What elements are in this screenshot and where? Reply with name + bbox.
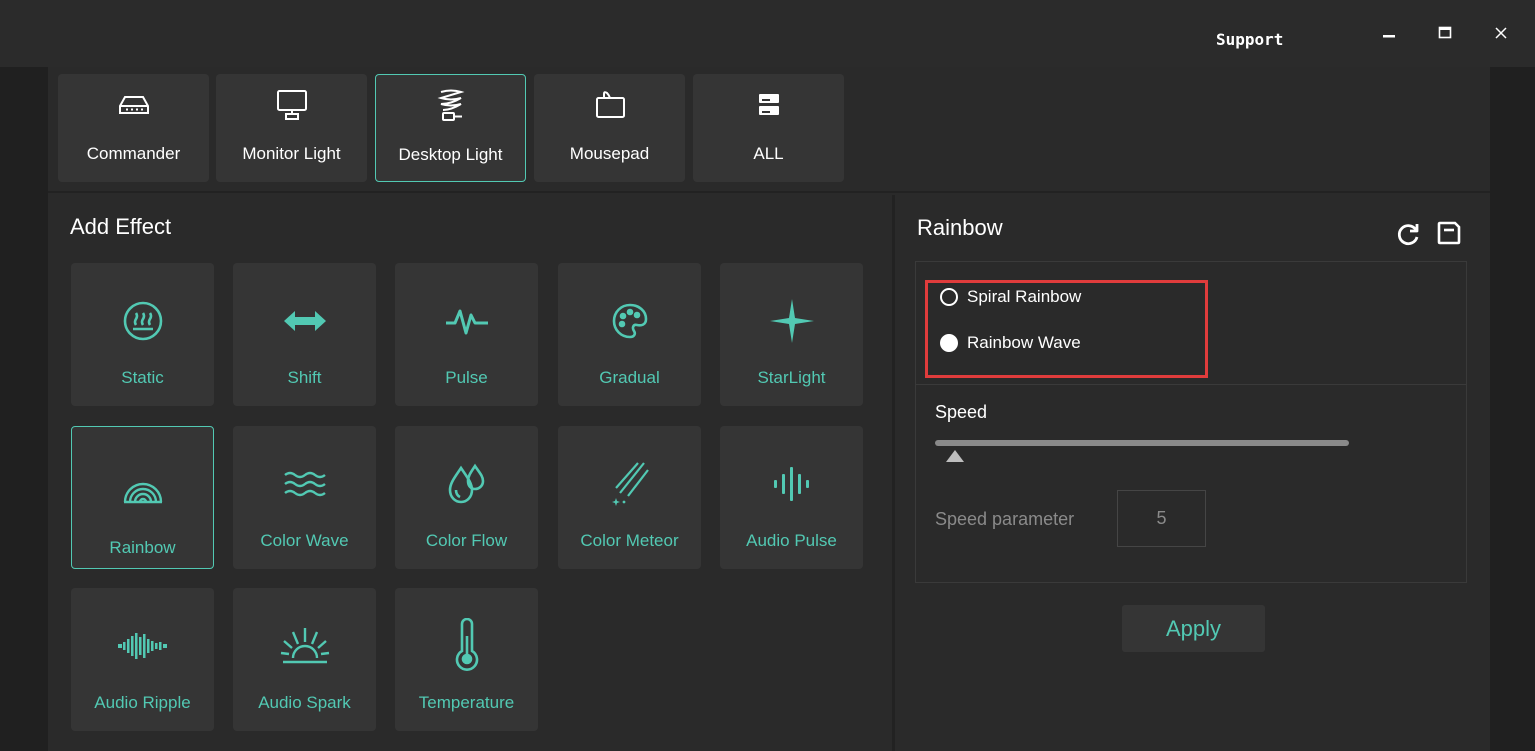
monitor-icon [276, 90, 307, 120]
effect-label: Color Wave [260, 531, 349, 550]
effect-rainbow[interactable]: Rainbow [71, 426, 214, 569]
desktop-light-icon [437, 89, 464, 121]
support-link[interactable]: Support [1216, 30, 1283, 49]
maximize-icon [1438, 26, 1452, 39]
reset-icon [1397, 224, 1419, 246]
effect-label: Color Flow [425, 531, 508, 550]
left-gutter [0, 67, 48, 751]
speed-parameter-label: Speed parameter [935, 509, 1075, 529]
mode-radio-group: Spiral Rainbow Rainbow Wave [925, 280, 1208, 378]
device-label: Commander [86, 144, 181, 163]
effect-pulse[interactable]: Pulse [395, 263, 538, 406]
speed-slider-track[interactable] [935, 440, 1349, 446]
mode-label: Spiral Rainbow [967, 287, 1082, 306]
mode-spiral-rainbow[interactable]: Spiral Rainbow [940, 287, 1081, 307]
save-icon [1437, 221, 1461, 245]
device-tab-desktop-light[interactable]: Desktop Light [375, 74, 526, 182]
device-tab-mousepad[interactable]: Mousepad [534, 74, 685, 182]
mousepad-icon [595, 91, 625, 118]
audio-ripple-icon [117, 633, 167, 659]
static-icon [123, 301, 162, 341]
wave-icon [283, 471, 326, 497]
effect-audio-ripple[interactable]: Audio Ripple [71, 588, 214, 731]
add-effect-panel: Add Effect Static Shift Pulse Gradual St… [48, 195, 892, 751]
effect-label: Audio Pulse [746, 531, 837, 550]
meteor-icon [611, 462, 649, 506]
minimize-button[interactable] [1372, 18, 1406, 48]
maximize-button[interactable] [1428, 18, 1462, 48]
effect-label: Static [121, 368, 164, 387]
sunburst-icon [280, 628, 329, 664]
effect-label: Rainbow [109, 538, 176, 557]
effect-shift[interactable]: Shift [233, 263, 376, 406]
effect-audio-spark[interactable]: Audio Spark [233, 588, 376, 731]
device-tab-commander[interactable]: Commander [58, 74, 209, 182]
star-icon [769, 299, 814, 343]
effect-color-flow[interactable]: Color Flow [395, 426, 538, 569]
effect-static[interactable]: Static [71, 263, 214, 406]
close-button[interactable] [1484, 18, 1518, 48]
effect-label: Color Meteor [580, 531, 679, 550]
effect-temperature[interactable]: Temperature [395, 588, 538, 731]
title-bar: Support [0, 0, 1535, 67]
device-tab-monitor-light[interactable]: Monitor Light [216, 74, 367, 182]
effect-label: Shift [287, 368, 322, 387]
minimize-icon [1383, 35, 1395, 38]
pulse-icon [445, 309, 488, 335]
device-label: ALL [753, 144, 784, 163]
panel-title: Add Effect [70, 214, 172, 239]
radio-unselected-icon [940, 288, 958, 306]
effect-label: Audio Spark [258, 693, 351, 712]
effect-label: Temperature [418, 693, 515, 712]
device-tab-all[interactable]: ALL [693, 74, 844, 182]
audio-bars-icon [773, 467, 809, 501]
effect-audio-pulse[interactable]: Audio Pulse [720, 426, 863, 569]
device-label: Monitor Light [242, 144, 341, 163]
thermometer-icon [455, 618, 478, 671]
effect-color-meteor[interactable]: Color Meteor [558, 426, 701, 569]
radio-selected-icon [940, 334, 958, 352]
close-icon [1495, 27, 1507, 39]
effect-settings-panel: Rainbow Spiral Rainbow Rainbow Wave Spee… [895, 195, 1490, 751]
effect-color-wave[interactable]: Color Wave [233, 426, 376, 569]
device-label: Mousepad [569, 144, 650, 163]
apply-button[interactable]: Apply [1122, 605, 1265, 652]
effect-label: Gradual [599, 368, 660, 387]
drops-icon [448, 463, 484, 504]
speed-parameter-input[interactable] [1117, 490, 1206, 547]
effect-label: Audio Ripple [94, 693, 191, 712]
effect-title: Rainbow [917, 215, 1003, 240]
device-label: Desktop Light [398, 145, 503, 164]
commander-icon [118, 96, 149, 114]
all-devices-icon [758, 94, 779, 115]
options-divider [915, 384, 1467, 385]
effect-label: Pulse [445, 368, 488, 387]
mode-rainbow-wave[interactable]: Rainbow Wave [940, 333, 1081, 353]
speed-slider-thumb[interactable] [946, 450, 964, 462]
effect-label: StarLight [757, 368, 826, 387]
speed-label: Speed [935, 402, 988, 422]
shift-arrows-icon [283, 311, 326, 331]
effect-starlight[interactable]: StarLight [720, 263, 863, 406]
reset-button[interactable] [1395, 221, 1421, 247]
device-tabs: Commander Monitor Light Desktop Light Mo… [48, 67, 1490, 193]
mode-label: Rainbow Wave [967, 333, 1081, 352]
right-gutter [1490, 67, 1535, 751]
effect-gradual[interactable]: Gradual [558, 263, 701, 406]
save-button[interactable] [1436, 220, 1462, 246]
rainbow-icon [123, 482, 162, 504]
palette-icon [612, 303, 647, 339]
